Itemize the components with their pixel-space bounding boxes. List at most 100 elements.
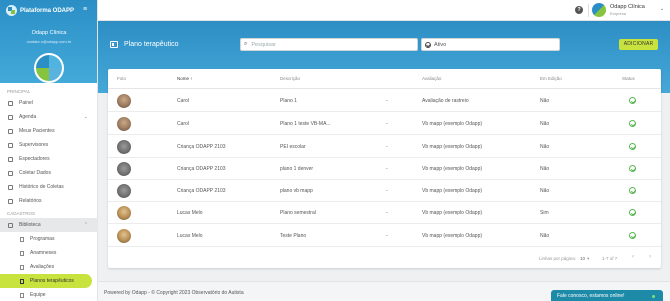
chevron-down-icon[interactable]: ⌄: [660, 6, 664, 12]
cell-dash: -: [386, 188, 388, 194]
sidebar-item-label: Supervisores: [19, 142, 49, 148]
sidebar-item-relatorios[interactable]: Relatórios: [0, 194, 98, 208]
sidebar-subitem-planos-terapeuticos[interactable]: Planos terapêuticos: [0, 274, 92, 288]
search-input[interactable]: [251, 41, 402, 48]
cell-dash: -: [386, 210, 388, 216]
sidebar-item-supervisores[interactable]: Supervisores: [0, 138, 98, 152]
status-filter-select[interactable]: Ativo: [421, 38, 560, 51]
sidebar-item-label: Agenda: [19, 114, 37, 120]
cell-avaliacao: Vb mapp (exemplo Odapp): [422, 210, 483, 216]
plans-table: Foto Nome ↑ Descrição Avaliação Em Ediçã…: [108, 69, 661, 268]
sidebar-item-agenda[interactable]: Agenda ⌄: [0, 110, 98, 124]
table-row[interactable]: Carol Plano 1 teste VB-MA... - Vb mapp (…: [108, 113, 661, 135]
table-row[interactable]: Lucas Melo Plano semestral - Vb mapp (ex…: [108, 202, 661, 224]
cell-dash: -: [386, 233, 388, 239]
column-edicao[interactable]: Em Edição: [540, 76, 562, 81]
cell-avaliacao: Vb mapp (exemplo Odapp): [422, 121, 483, 127]
page-icon: [110, 41, 118, 48]
page-title: Plano terapêutico: [124, 41, 179, 48]
sidebar-item-label: Histórico de Coletas: [19, 184, 64, 190]
chat-button[interactable]: Fale conosco, estamos online!: [551, 290, 663, 301]
cell-avaliacao: Vb mapp (exemplo Odapp): [422, 188, 483, 194]
cell-descricao: Plano semestral: [280, 210, 316, 216]
patient-photo: [117, 229, 131, 243]
cell-edicao: Não: [540, 233, 550, 239]
cell-nome: Criança ODAPP 2103: [177, 166, 226, 172]
column-nome[interactable]: Nome ↑: [177, 76, 193, 81]
report-icon: [8, 198, 13, 204]
sidebar-item-label: Avaliações: [30, 264, 55, 270]
section-principal: PRINCIPAL: [7, 89, 31, 94]
cell-edicao: Não: [540, 121, 550, 127]
cell-avaliacao: Avaliação de rastreio: [422, 98, 469, 104]
clinic-avatar: [34, 53, 64, 83]
table-row[interactable]: Criança ODAPP 2103 plano vb mapp - Vb ma…: [108, 180, 661, 202]
cell-avaliacao: Vb mapp (exemplo Odapp): [422, 166, 483, 172]
hamburger-menu-icon[interactable]: ≡: [83, 6, 90, 13]
cell-dash: -: [386, 144, 388, 150]
sidebar-item-coletar-dados[interactable]: Coletar Dados: [0, 166, 98, 180]
document-icon: [20, 292, 24, 298]
sidebar-item-label: Espectadores: [19, 156, 50, 162]
sidebar-item-painel[interactable]: Painel: [0, 96, 98, 110]
user-name[interactable]: Odapp Clínica: [610, 4, 645, 10]
cell-edicao: Não: [540, 188, 550, 194]
column-avaliacao[interactable]: Avaliação: [422, 76, 441, 81]
chevron-down-icon: ⌄: [83, 114, 88, 120]
document-icon: [20, 278, 24, 284]
table-header: Foto Nome ↑ Descrição Avaliação Em Ediçã…: [108, 69, 661, 89]
sidebar-item-espectadores[interactable]: Espectadores: [0, 152, 98, 166]
table-row[interactable]: Carol Plano 1 - Avaliação de rastreio Nã…: [108, 90, 661, 112]
document-icon: [20, 250, 24, 256]
cell-nome: Carol: [177, 121, 189, 127]
status-active-icon: [629, 187, 636, 194]
help-icon[interactable]: ?: [575, 6, 583, 14]
sidebar-menu: PRINCIPAL Painel Agenda ⌄ Meus Pacientes …: [0, 86, 98, 301]
patient-photo: [117, 184, 131, 198]
table-row[interactable]: Lucas Melo Teste Plano - Vb mapp (exempl…: [108, 225, 661, 247]
sidebar-item-historico[interactable]: Histórico de Coletas: [0, 180, 98, 194]
sidebar-item-label: Equipe: [30, 292, 46, 298]
status-active-icon: [629, 232, 636, 239]
cell-edicao: Sim: [540, 210, 549, 216]
cell-nome: Carol: [177, 98, 189, 104]
logo-icon: [6, 5, 17, 16]
cell-avaliacao: Vb mapp (exemplo Odapp): [422, 144, 483, 150]
supervisor-icon: [8, 142, 13, 148]
sidebar-subitem-avaliacoes[interactable]: Avaliações: [0, 260, 98, 274]
sidebar-subitem-equipe[interactable]: Equipe: [0, 288, 98, 301]
cell-edicao: Não: [540, 98, 550, 104]
divider: [588, 4, 589, 17]
cell-nome: Lucas Melo: [177, 210, 203, 216]
cell-nome: Criança ODAPP 2103: [177, 144, 226, 150]
add-button[interactable]: ADICIONAR: [619, 39, 658, 50]
column-status: Status: [622, 76, 635, 81]
next-page-icon[interactable]: ›: [649, 254, 651, 260]
sidebar-subitem-anamneses[interactable]: Anamneses: [0, 246, 98, 260]
column-descricao[interactable]: Descrição: [280, 76, 300, 81]
sidebar-subitem-programas[interactable]: Programas: [0, 232, 98, 246]
search-field[interactable]: ⌕: [240, 38, 418, 51]
table-row[interactable]: Criança ODAPP 2103 plano 1 denver - Vb m…: [108, 158, 661, 180]
rows-per-page-select[interactable]: 10: [580, 256, 585, 261]
patient-photo: [117, 140, 131, 154]
sidebar-item-meus-pacientes[interactable]: Meus Pacientes: [0, 124, 98, 138]
patients-icon: [8, 128, 13, 134]
cell-edicao: Não: [540, 166, 550, 172]
cell-dash: -: [386, 98, 388, 104]
sidebar: Plataforma ODAPP ≡ Odapp Clínica contato…: [0, 0, 98, 301]
brand[interactable]: Plataforma ODAPP: [6, 5, 74, 16]
sidebar-item-label: Planos terapêuticos: [30, 278, 74, 284]
clinic-email: contato.c@odapp.com.br: [26, 39, 72, 44]
table-row[interactable]: Criança ODAPP 2103 PEI escolar - Vb mapp…: [108, 136, 661, 158]
prev-page-icon[interactable]: ‹: [632, 254, 634, 260]
sidebar-item-label: Relatórios: [19, 198, 42, 204]
chevron-down-icon[interactable]: ▾: [587, 256, 589, 262]
viewer-icon: [8, 156, 13, 162]
column-foto: Foto: [117, 76, 127, 81]
patient-photo: [117, 162, 131, 176]
sidebar-item-label: Biblioteca: [19, 222, 41, 228]
sidebar-item-biblioteca[interactable]: Biblioteca ⌃: [0, 218, 98, 232]
user-avatar[interactable]: [592, 3, 606, 17]
footer-copyright: Powered by Odapp - © Copyright 2023 Obse…: [104, 290, 244, 296]
